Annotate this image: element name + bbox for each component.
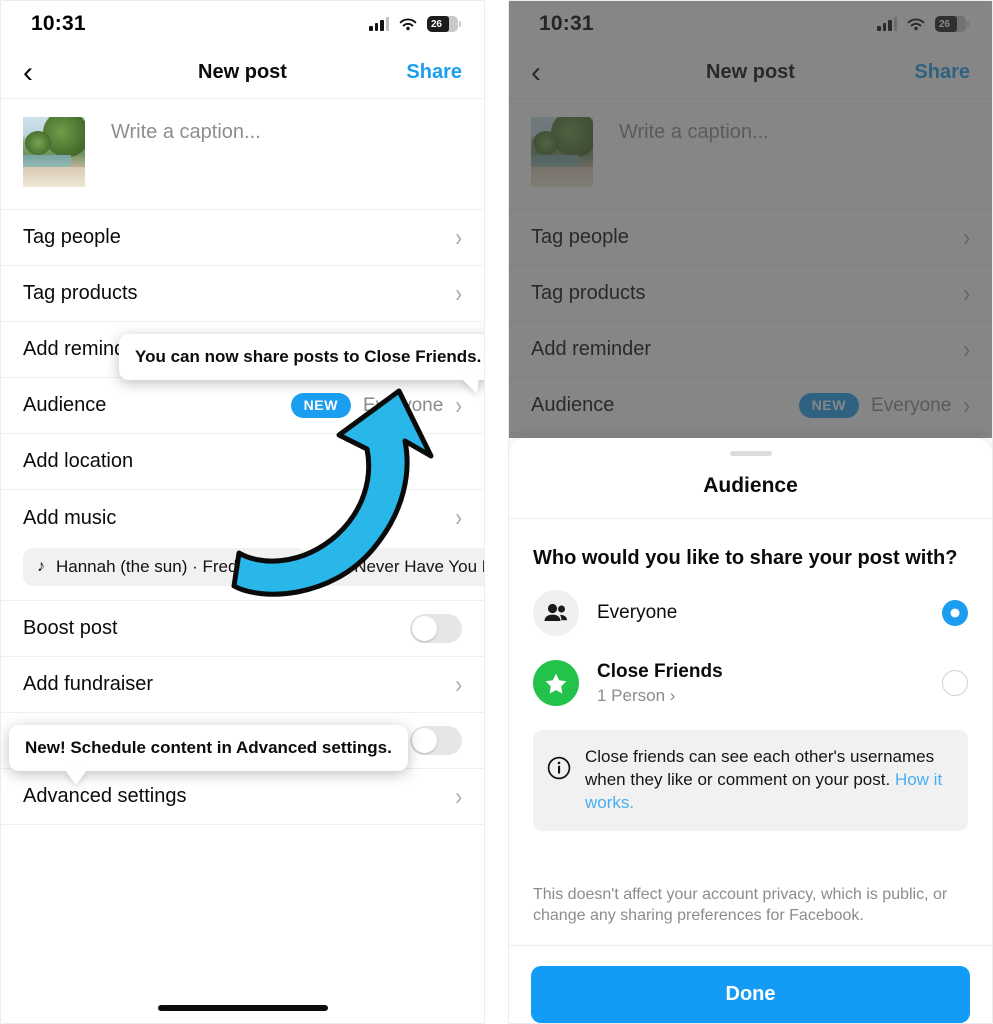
battery-level: 26 <box>431 18 442 30</box>
music-note-icon: ♪ <box>335 558 344 575</box>
chevron-right-icon: › <box>455 504 462 532</box>
tooltip-schedule-text: New! Schedule content in Advanced settin… <box>25 738 392 757</box>
row-tag-people[interactable]: Tag people › <box>1 210 484 266</box>
row-add-fundraiser[interactable]: Add fundraiser › <box>1 657 484 713</box>
radio-everyone[interactable] <box>942 600 968 626</box>
close-friends-info-box: Close friends can see each other's usern… <box>533 730 968 831</box>
row-tag-products[interactable]: Tag products › <box>1 266 484 322</box>
audience-option-close-friends[interactable]: Close Friends 1 Person › <box>509 648 992 718</box>
music-chip-label: Never Have You L <box>354 557 484 576</box>
row-label: Add fundraiser <box>23 673 154 695</box>
row-label: Boost post <box>23 617 118 639</box>
sheet-question: Who would you like to share your post wi… <box>533 547 958 569</box>
music-suggestions: ♪ Hannah (the sun) · Fred again.. ♪ Neve… <box>1 546 484 601</box>
music-chip-label: Hannah (the sun) · Fred again.. <box>56 557 294 576</box>
row-label: Add location <box>23 450 134 472</box>
caption-row[interactable]: Write a caption... <box>1 99 484 210</box>
boost-post-toggle[interactable] <box>410 614 462 643</box>
info-text: Close friends can see each other's usern… <box>585 747 935 789</box>
hidden-row-toggle[interactable] <box>410 726 462 755</box>
option-name: Everyone <box>597 602 678 623</box>
row-label: Advanced settings <box>23 785 187 807</box>
row-add-location[interactable]: Add location <box>1 434 484 490</box>
chevron-right-icon: › <box>455 670 462 699</box>
audience-value: Everyone <box>363 394 444 416</box>
sheet-title: Audience <box>509 456 992 519</box>
row-label: Audience <box>23 394 107 416</box>
music-chip[interactable]: ♪ Hannah (the sun) · Fred again.. <box>23 548 308 586</box>
done-button-container: Done <box>509 946 992 1023</box>
battery-icon: 26 <box>427 16 461 32</box>
back-button[interactable]: ‹ <box>23 57 53 88</box>
music-note-icon: ♪ <box>37 558 45 575</box>
left-phone-screen: 10:31 26 ‹ New post Share Write a captio… <box>0 0 485 1024</box>
caption-input[interactable]: Write a caption... <box>111 117 261 144</box>
screenshot-stage: 10:31 26 ‹ New post Share Write a captio… <box>0 0 993 1024</box>
tooltip-audience-text: You can now share posts to Close Friends… <box>135 347 482 366</box>
row-label: Add music <box>23 506 117 529</box>
chevron-right-icon: › <box>455 391 462 420</box>
option-subtitle[interactable]: 1 Person › <box>597 686 924 706</box>
right-phone-screen: 10:31 26 ‹ New post Shar <box>508 0 993 1024</box>
option-name: Close Friends <box>597 660 723 682</box>
row-audience[interactable]: Audience NEW Everyone › <box>1 378 484 434</box>
audience-option-everyone[interactable]: Everyone <box>509 578 992 648</box>
info-icon <box>547 756 571 785</box>
row-label: Tag people <box>23 226 121 248</box>
people-icon <box>533 590 579 636</box>
radio-close-friends[interactable] <box>942 670 968 696</box>
modal-dim-overlay[interactable] <box>509 1 992 438</box>
row-add-music[interactable]: Add music › <box>1 490 484 546</box>
status-bar: 10:31 26 <box>1 1 484 47</box>
tooltip-audience: You can now share posts to Close Friends… <box>119 334 484 394</box>
audience-bottom-sheet: Audience Who would you like to share you… <box>509 438 992 1023</box>
row-label: Tag products <box>23 282 138 304</box>
wifi-icon <box>399 18 417 30</box>
chevron-right-icon: › <box>455 782 462 811</box>
status-time: 10:31 <box>31 12 86 35</box>
done-button[interactable]: Done <box>531 966 970 1023</box>
row-boost-post[interactable]: Boost post <box>1 601 484 657</box>
signal-bars-icon <box>369 17 389 31</box>
tooltip-schedule: New! Schedule content in Advanced settin… <box>9 725 408 785</box>
status-icons: 26 <box>369 16 461 32</box>
music-chip[interactable]: ♪ Never Have You L <box>321 548 484 586</box>
chevron-right-icon: › <box>455 223 462 252</box>
chevron-right-icon: › <box>455 279 462 308</box>
post-thumbnail[interactable] <box>23 117 85 187</box>
home-indicator <box>157 1005 328 1011</box>
star-icon <box>533 660 579 706</box>
share-button[interactable]: Share <box>406 61 462 84</box>
nav-bar: ‹ New post Share <box>1 47 484 99</box>
sheet-footnote: This doesn't affect your account privacy… <box>509 862 992 946</box>
new-badge: NEW <box>290 393 352 418</box>
